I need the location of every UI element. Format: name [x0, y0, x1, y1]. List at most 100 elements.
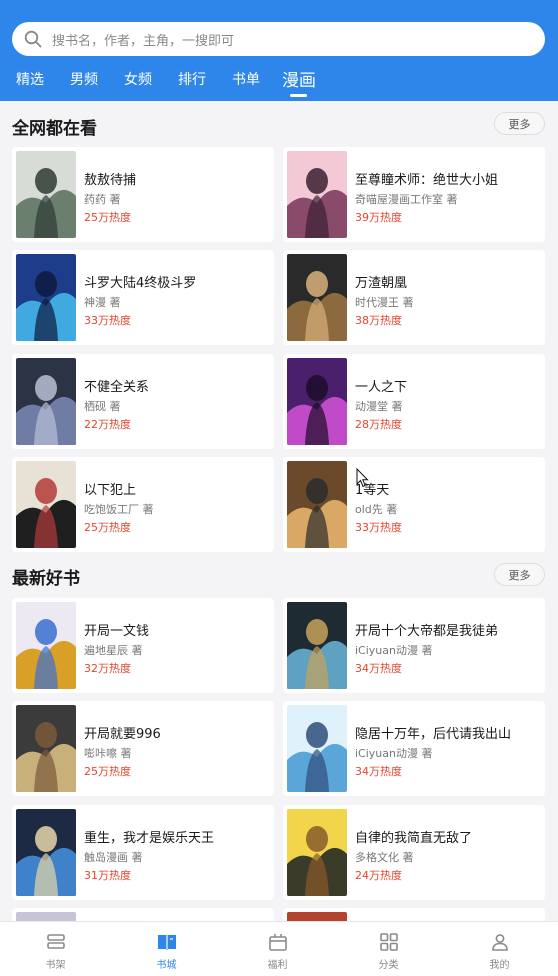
- nav-label: 书架: [45, 960, 66, 971]
- top-header: 搜书名，作者，主角，一搜即可 精选 男频 女频 排行 书单 漫画: [0, 0, 558, 101]
- category-icon: [379, 933, 398, 951]
- book-cover[interactable]: [287, 358, 347, 445]
- book-title: 开局一文钱: [84, 624, 150, 639]
- gift-icon: [268, 934, 287, 951]
- category-tabs: 精选 男频 女频 排行 书单 漫画: [0, 66, 558, 97]
- more-button-trending[interactable]: 更多: [494, 112, 545, 135]
- book-cover[interactable]: [16, 151, 76, 238]
- nav-label: 福利: [267, 960, 288, 971]
- book-title: 至尊瞳术师：绝世大小姐: [355, 173, 499, 188]
- book-cover[interactable]: [16, 461, 76, 548]
- book-card[interactable]: 一人之下 动漫堂 著 28万热度: [283, 354, 545, 449]
- book-heat: 31万热度: [84, 869, 131, 882]
- book-card[interactable]: 隐居十万年，后代请我出山 iCiyuan动漫 著 34万热度: [283, 701, 545, 796]
- more-button-new[interactable]: 更多: [494, 563, 545, 586]
- nav-bookstore[interactable]: 书城: [111, 922, 222, 976]
- nav-label: 分类: [378, 960, 399, 971]
- search-bar[interactable]: 搜书名，作者，主角，一搜即可: [12, 22, 545, 56]
- book-card[interactable]: 万渣朝凰 时代漫王 著 38万热度: [283, 250, 545, 345]
- book-card[interactable]: 开局一文钱遍地星辰 著 32万热度: [12, 598, 274, 693]
- active-tab-indicator: [290, 94, 307, 97]
- nav-welfare[interactable]: 福利: [222, 922, 333, 976]
- tab-ranking[interactable]: 排行: [178, 69, 206, 89]
- cover-image-icon: [16, 602, 76, 689]
- bookshelf-icon: [46, 934, 65, 949]
- book-title: 开局就要996: [84, 727, 161, 742]
- nav-profile[interactable]: 我的: [444, 922, 555, 976]
- book-card[interactable]: 不健全关系 栖砚 著 22万热度: [12, 354, 274, 449]
- cover-image-icon: [287, 705, 347, 792]
- book-heat: 25万热度: [84, 211, 131, 224]
- book-card[interactable]: 自律的我简直无敌了 多格文化 著 24万热度: [283, 805, 545, 900]
- book-card[interactable]: 至尊瞳术师：绝世大小姐 奇喵屋漫画工作室 著 39万热度: [283, 147, 545, 242]
- book-cover[interactable]: [16, 254, 76, 341]
- book-heat: 34万热度: [355, 765, 402, 778]
- book-cover[interactable]: [16, 358, 76, 445]
- book-author: 触岛漫画 著: [84, 851, 143, 864]
- book-author: old先 著: [355, 503, 398, 516]
- book-card[interactable]: 开局十个大帝都是我徒弟 iCiyuan动漫 著 34万热度: [283, 598, 545, 693]
- book-card[interactable]: 斗罗大陆4终极斗罗 神漫 著 33万热度: [12, 250, 274, 345]
- cover-image-icon: [287, 809, 347, 896]
- book-cover[interactable]: [287, 254, 347, 341]
- book-author: 遍地星辰 著: [84, 644, 143, 657]
- book-heat: 22万热度: [84, 418, 131, 431]
- book-card[interactable]: 以下犯上 吃饱饭工厂 著 25万热度: [12, 457, 274, 552]
- nav-bookshelf[interactable]: 书架: [0, 922, 111, 976]
- tab-comics[interactable]: 漫画: [282, 66, 316, 91]
- book-cover[interactable]: [287, 602, 347, 689]
- book-author: 动漫堂 著: [355, 400, 403, 413]
- cover-image-icon: [287, 461, 347, 548]
- book-card[interactable]: 重生，我才是娱乐天王 触岛漫画 著 31万热度: [12, 805, 274, 900]
- book-author: 神漫 著: [84, 296, 121, 309]
- search-icon: [24, 30, 42, 48]
- book-author: 奇喵屋漫画工作室 著: [355, 193, 458, 206]
- book-heat: 34万热度: [355, 662, 402, 675]
- book-card[interactable]: 开局就要996 嘭咔嚓 著 25万热度: [12, 701, 274, 796]
- nav-label: 我的: [489, 960, 510, 971]
- nav-category[interactable]: 分类: [333, 922, 444, 976]
- tab-male[interactable]: 男频: [70, 69, 98, 89]
- book-title: 敖敖待捕: [84, 173, 137, 188]
- book-author: 嘭咔嚓 著: [84, 747, 132, 760]
- book-heat: 33万热度: [355, 521, 402, 534]
- book-cover[interactable]: [16, 602, 76, 689]
- book-heat: 38万热度: [355, 314, 402, 327]
- cover-image-icon: [287, 358, 347, 445]
- nav-label: 书城: [156, 960, 177, 971]
- bookstore-icon: [157, 935, 176, 950]
- book-author: 吃饱饭工厂 著: [84, 503, 154, 516]
- book-author: 药药 著: [84, 193, 121, 206]
- book-title: 斗罗大陆4终极斗罗: [84, 276, 197, 291]
- book-cover[interactable]: [287, 461, 347, 548]
- book-card[interactable]: 1等天 old先 著 33万热度: [283, 457, 545, 552]
- cover-image-icon: [16, 254, 76, 341]
- book-author: iCiyuan动漫 著: [355, 644, 433, 657]
- book-heat: 24万热度: [355, 869, 402, 882]
- book-card[interactable]: 敖敖待捕药药 著 25万热度: [12, 147, 274, 242]
- book-heat: 32万热度: [84, 662, 131, 675]
- book-cover[interactable]: [287, 809, 347, 896]
- book-title: 开局十个大帝都是我徒弟: [355, 624, 499, 639]
- profile-icon: [491, 934, 508, 951]
- book-cover[interactable]: [16, 705, 76, 792]
- book-author: iCiyuan动漫 著: [355, 747, 433, 760]
- tab-booklist[interactable]: 书单: [232, 69, 260, 89]
- section-title-trending: 全网都在看: [12, 119, 97, 139]
- cover-image-icon: [287, 602, 347, 689]
- book-cover[interactable]: [287, 151, 347, 238]
- book-author: 时代漫王 著: [355, 296, 414, 309]
- cover-image-icon: [16, 151, 76, 238]
- book-title: 重生，我才是娱乐天王: [84, 831, 215, 846]
- tab-featured[interactable]: 精选: [16, 69, 44, 89]
- book-heat: 28万热度: [355, 418, 402, 431]
- book-cover[interactable]: [16, 809, 76, 896]
- book-heat: 39万热度: [355, 211, 402, 224]
- book-cover[interactable]: [287, 705, 347, 792]
- book-author: 栖砚 著: [84, 400, 121, 413]
- book-title: 1等天: [355, 483, 390, 498]
- tab-female[interactable]: 女频: [124, 69, 152, 89]
- book-heat: 33万热度: [84, 314, 131, 327]
- cover-image-icon: [16, 705, 76, 792]
- book-heat: 25万热度: [84, 521, 131, 534]
